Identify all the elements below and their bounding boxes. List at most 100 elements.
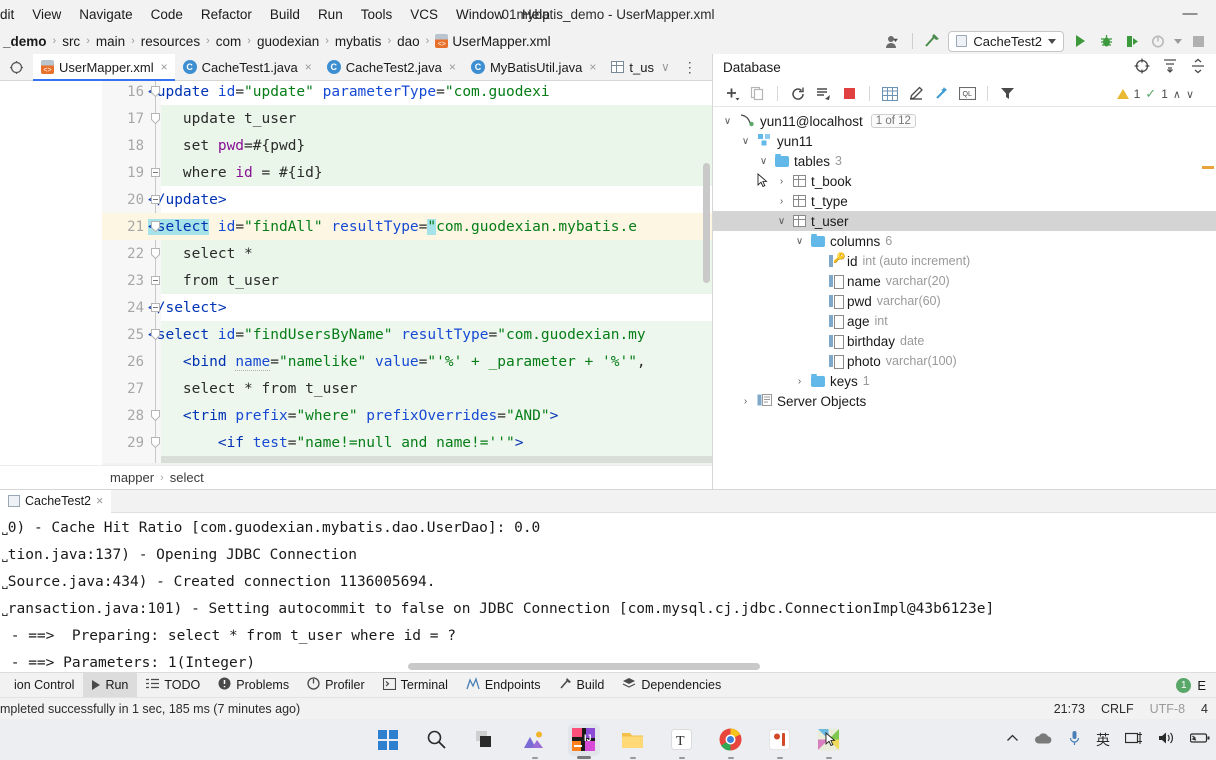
- close-icon[interactable]: ×: [96, 494, 103, 508]
- code-line[interactable]: 20 </update>: [0, 186, 712, 213]
- menu-item-refactor[interactable]: Refactor: [192, 4, 261, 25]
- copy-icon[interactable]: [749, 85, 766, 102]
- tool-button-build[interactable]: Build: [550, 673, 614, 698]
- breadcrumb-src[interactable]: src: [59, 34, 83, 49]
- code-line[interactable]: 21 <select id="findAll" resultType="com.…: [0, 213, 712, 240]
- fold-marker[interactable]: [150, 321, 161, 348]
- target-icon[interactable]: [1134, 58, 1150, 77]
- code-line[interactable]: 16 <update id="update" parameterType="co…: [0, 81, 712, 105]
- breadcrumb-mybatis[interactable]: mybatis: [332, 34, 385, 49]
- main-menu[interactable]: dit View Navigate Code Refactor Build Ru…: [0, 4, 559, 25]
- chevron-down-icon[interactable]: ∨: [775, 216, 788, 227]
- intellij-idea-icon[interactable]: IJ: [567, 723, 600, 759]
- tree-item-column-name[interactable]: name varchar(20): [713, 271, 1216, 291]
- tool-button-run[interactable]: Run: [83, 672, 138, 698]
- tool-window-right-label[interactable]: E: [1197, 678, 1206, 693]
- tree-item-keys-folder[interactable]: › keys 1: [713, 371, 1216, 391]
- fold-marker[interactable]: [150, 105, 161, 132]
- code-line[interactable]: 22 select *: [0, 240, 712, 267]
- hammer-icon[interactable]: [922, 31, 942, 51]
- fold-marker[interactable]: [150, 402, 161, 429]
- tree-item-tables-folder[interactable]: ∨ tables 3: [713, 151, 1216, 171]
- typora-icon[interactable]: T: [666, 724, 698, 759]
- code-line[interactable]: 27 select * from t_user: [0, 375, 712, 402]
- tool-button-version-control[interactable]: ion Control: [0, 673, 83, 698]
- tree-item-schema[interactable]: ∨ yun11: [713, 131, 1216, 151]
- fold-marker[interactable]: [150, 429, 161, 456]
- tree-item-column-age[interactable]: age int: [713, 311, 1216, 331]
- menu-item-help[interactable]: Help: [513, 4, 559, 25]
- code-line[interactable]: 29 <if test="name!=null and name!=''">: [0, 429, 712, 456]
- cloud-icon[interactable]: [1034, 732, 1053, 748]
- tab-cachetest2-java[interactable]: C CacheTest2.java ×: [319, 54, 463, 80]
- chevron-right-icon[interactable]: ›: [775, 196, 788, 207]
- minimize-button[interactable]: —: [1178, 2, 1202, 24]
- fold-marker[interactable]: [150, 240, 161, 267]
- inspection-widget[interactable]: 1 ✓ 1 ∧ ∨: [1112, 84, 1198, 104]
- fold-marker[interactable]: [150, 81, 161, 105]
- database-tree[interactable]: ∨ yun11@localhost 1 of 12 ∨ yun11 ∨ tabl…: [713, 107, 1216, 411]
- sync-schema-icon[interactable]: [815, 85, 832, 102]
- code-line[interactable]: 24 </select>: [0, 294, 712, 321]
- tab-t-us[interactable]: t_us ∨: [603, 54, 676, 80]
- chevron-right-icon[interactable]: ›: [775, 176, 788, 187]
- run-configuration-selector[interactable]: CacheTest2: [948, 30, 1064, 52]
- paint-icon[interactable]: [813, 724, 845, 759]
- search-icon[interactable]: [421, 724, 453, 756]
- editor-breadcrumb-select[interactable]: select: [170, 470, 204, 485]
- show-hidden-icons-chevron[interactable]: [1006, 732, 1019, 747]
- file-explorer-icon[interactable]: [617, 724, 649, 759]
- chevron-right-icon[interactable]: ›: [793, 376, 806, 387]
- chevron-down-icon[interactable]: ∨: [757, 156, 770, 167]
- breadcrumb-guodexian[interactable]: guodexian: [254, 34, 322, 49]
- tool-button-todo[interactable]: TODO: [137, 673, 209, 698]
- code-line[interactable]: 30 and name like #{namelike}: [0, 456, 712, 463]
- editor-breadcrumb[interactable]: mapper › select: [0, 465, 712, 489]
- code-line[interactable]: 23 from t_user: [0, 267, 712, 294]
- code-line[interactable]: 17 update t_user: [0, 105, 712, 132]
- run-with-coverage-button[interactable]: [1122, 31, 1142, 51]
- chevron-down-icon[interactable]: ∨: [793, 236, 806, 247]
- breadcrumb-resources[interactable]: resources: [138, 34, 203, 49]
- tool-button-profiler[interactable]: Profiler: [298, 673, 374, 698]
- menu-item-navigate[interactable]: Navigate: [70, 4, 141, 25]
- close-icon[interactable]: ×: [305, 60, 312, 74]
- magic-icon[interactable]: [933, 85, 950, 102]
- code-line[interactable]: 26 <bind name="namelike" value="'%' + _p…: [0, 348, 712, 375]
- tree-item-column-pwd[interactable]: pwd varchar(60): [713, 291, 1216, 311]
- profile-button[interactable]: [1148, 31, 1168, 51]
- task-view-icon[interactable]: [470, 724, 502, 756]
- tree-item-connection[interactable]: ∨ yun11@localhost 1 of 12: [713, 111, 1216, 131]
- more-tabs-icon[interactable]: ⋮: [677, 54, 703, 80]
- next-highlight-icon[interactable]: ∨: [1186, 88, 1194, 101]
- stop-button[interactable]: [1188, 31, 1208, 51]
- close-icon[interactable]: ×: [449, 60, 456, 74]
- caret-position[interactable]: 21:73: [1054, 702, 1085, 716]
- code-lines[interactable]: 16 <update id="update" parameterType="co…: [0, 81, 712, 463]
- ime-chinese-icon[interactable]: 英: [1096, 730, 1110, 750]
- tool-button-problems[interactable]: Problems: [209, 673, 298, 698]
- breadcrumb[interactable]: _demo › src › main › resources › com › g…: [0, 34, 554, 50]
- chevron-down-icon[interactable]: ∨: [661, 60, 670, 74]
- battery-icon[interactable]: [1189, 732, 1210, 747]
- tree-item-table-t-user[interactable]: ∨ t_user: [713, 211, 1216, 231]
- code-line[interactable]: 25 <select id="findUsersByName" resultTy…: [0, 321, 712, 348]
- tree-item-server-objects[interactable]: › Server Objects: [713, 391, 1216, 411]
- editor-vertical-scrollbar[interactable]: [703, 163, 710, 283]
- console-horizontal-scrollbar[interactable]: [408, 663, 760, 670]
- collapse-all-icon[interactable]: [1190, 58, 1206, 77]
- tool-button-dependencies[interactable]: Dependencies: [613, 673, 730, 698]
- console-tab-cachetest2[interactable]: CacheTest2 ×: [0, 489, 112, 513]
- stop-icon[interactable]: [841, 85, 858, 102]
- tab-mybatisutil-java[interactable]: C MyBatisUtil.java ×: [463, 54, 603, 80]
- menu-item-view[interactable]: View: [23, 4, 70, 25]
- previous-highlight-icon[interactable]: ∧: [1173, 88, 1181, 101]
- tree-item-column-id[interactable]: id int (auto increment): [713, 251, 1216, 271]
- breadcrumb-dao[interactable]: dao: [394, 34, 423, 49]
- volume-icon[interactable]: [1158, 731, 1175, 748]
- tree-item-table-t-type[interactable]: › t_type: [713, 191, 1216, 211]
- fold-marker[interactable]: [150, 267, 161, 294]
- chevron-down-icon[interactable]: [1174, 38, 1182, 44]
- code-line[interactable]: 19 where id = #{id}: [0, 159, 712, 186]
- tool-button-endpoints[interactable]: Endpoints: [457, 673, 550, 698]
